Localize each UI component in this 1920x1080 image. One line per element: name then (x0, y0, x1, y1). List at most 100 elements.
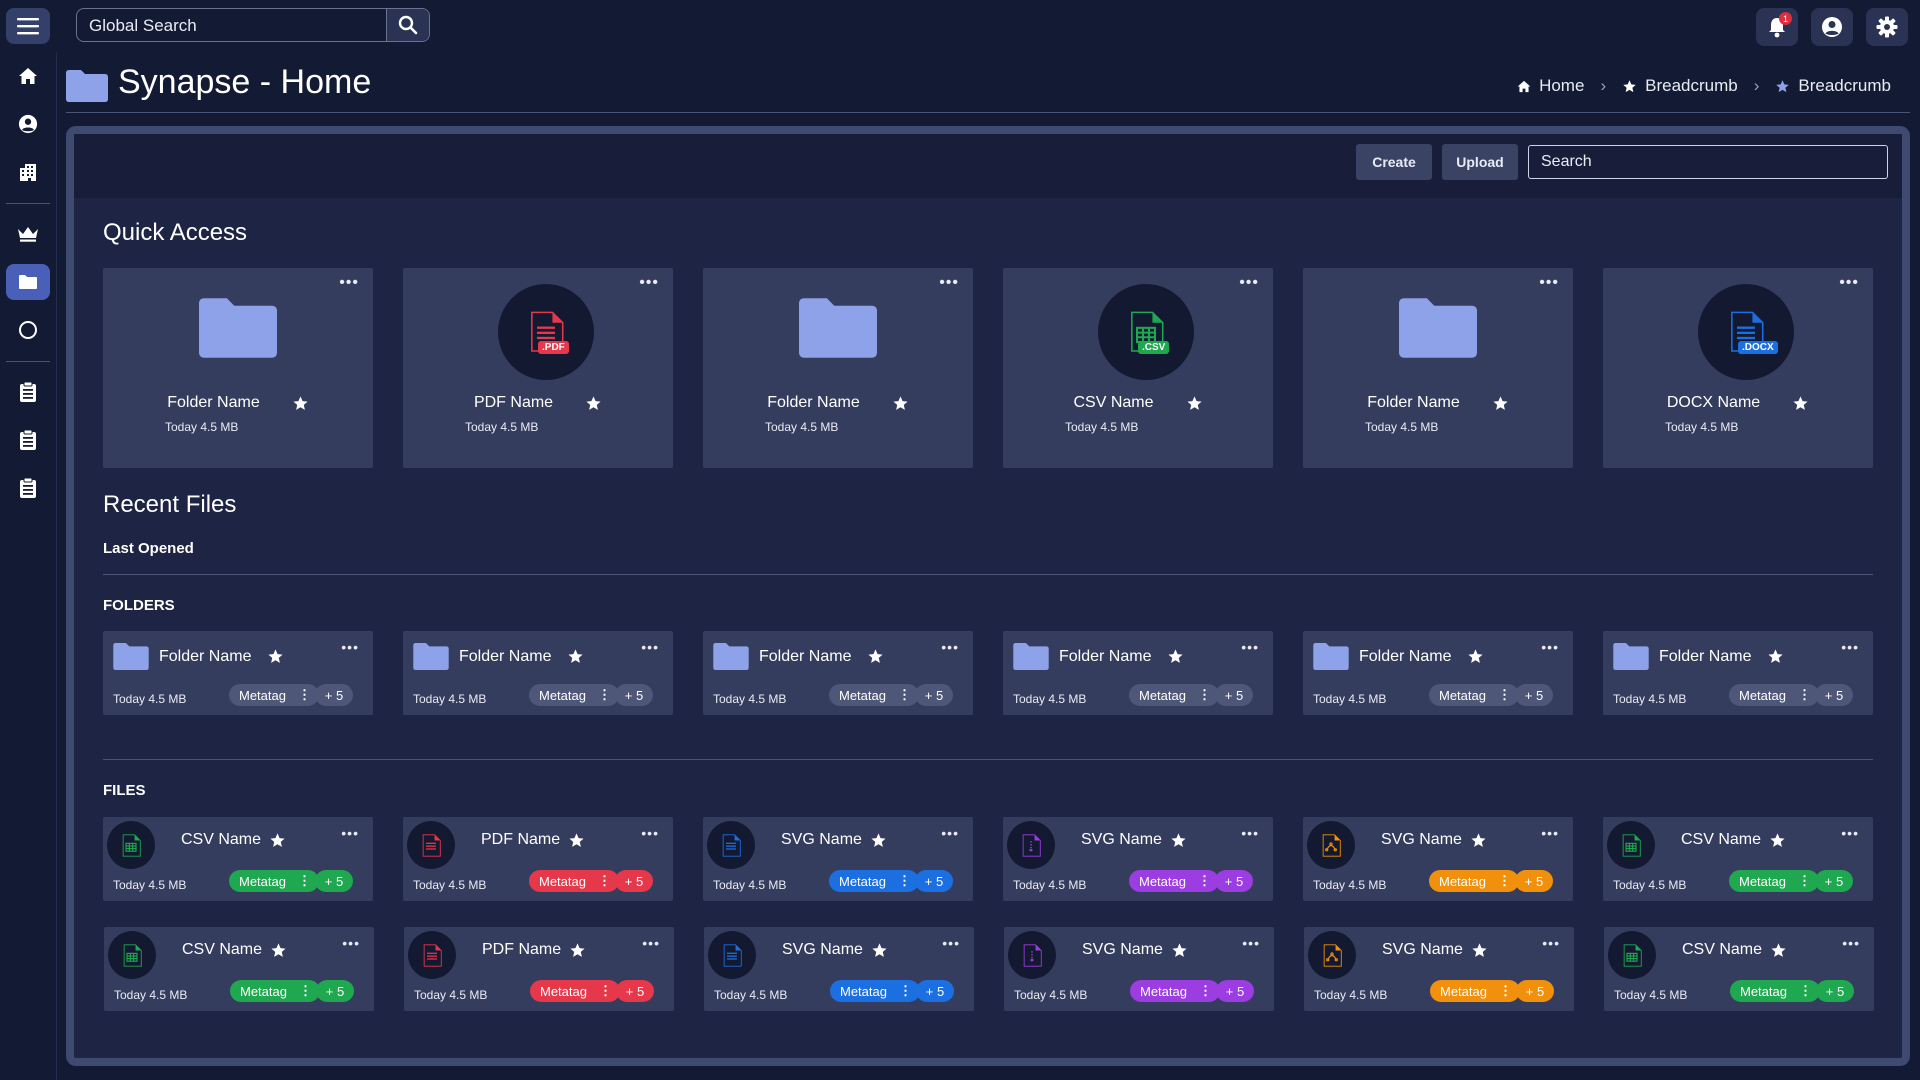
more-options-icon[interactable]: ••• (1841, 639, 1859, 655)
sidebar-item-clipboard-1[interactable] (6, 374, 50, 410)
metatag-chip[interactable]: Metatag ⋮ (829, 870, 919, 892)
more-tags-chip[interactable]: + 5 (1815, 684, 1853, 706)
star-icon[interactable] (892, 395, 909, 412)
star-icon[interactable] (1470, 832, 1487, 849)
metatag-chip[interactable]: Metatag ⋮ (229, 870, 319, 892)
breadcrumb-item-current[interactable]: Breadcrumb (1775, 76, 1891, 96)
quick-access-card[interactable]: .DOCX ••• DOCX Name Today 4.5 MB (1603, 268, 1873, 468)
more-options-icon[interactable]: ••• (1541, 825, 1559, 841)
quick-access-card[interactable]: ••• Folder Name Today 4.5 MB (103, 268, 373, 468)
star-icon[interactable] (1471, 942, 1488, 959)
more-options-icon[interactable]: ••• (341, 639, 359, 655)
quick-access-card[interactable]: ••• Folder Name Today 4.5 MB (1303, 268, 1573, 468)
more-options-icon[interactable]: ••• (1242, 935, 1260, 951)
metatag-chip[interactable]: Metatag ⋮ (1729, 684, 1819, 706)
more-options-icon[interactable]: ••• (941, 825, 959, 841)
metatag-chip[interactable]: Metatag ⋮ (529, 870, 619, 892)
more-options-icon[interactable]: ••• (341, 825, 359, 841)
breadcrumb-home[interactable]: Home (1517, 76, 1584, 96)
folder-card[interactable]: Folder Name ••• Today 4.5 MB Metatag ⋮ + 5 (1303, 631, 1573, 715)
more-tags-chip[interactable]: + 5 (1215, 870, 1253, 892)
more-options-icon[interactable]: ••• (642, 935, 660, 951)
more-options-icon[interactable]: ••• (1239, 275, 1259, 291)
more-options-icon[interactable]: ••• (639, 275, 659, 291)
more-tags-chip[interactable]: + 5 (1516, 980, 1554, 1002)
star-icon[interactable] (1170, 832, 1187, 849)
global-search-input[interactable] (87, 9, 381, 43)
more-options-icon[interactable]: ••• (641, 825, 659, 841)
star-icon[interactable] (1171, 942, 1188, 959)
menu-button[interactable] (6, 8, 50, 44)
folder-card[interactable]: Folder Name ••• Today 4.5 MB Metatag ⋮ + 5 (1003, 631, 1273, 715)
more-options-icon[interactable]: ••• (342, 935, 360, 951)
star-icon[interactable] (270, 942, 287, 959)
more-tags-chip[interactable]: + 5 (1515, 870, 1553, 892)
metatag-chip[interactable]: Metatag ⋮ (1130, 980, 1220, 1002)
more-tags-chip[interactable]: + 5 (616, 980, 654, 1002)
file-card[interactable]: SVG Name ••• Today 4.5 MB Metatag ⋮ + 5 (1303, 817, 1573, 901)
sidebar-item-clipboard-2[interactable] (6, 422, 50, 458)
star-icon[interactable] (1467, 648, 1484, 665)
breadcrumb-item[interactable]: Breadcrumb (1622, 76, 1738, 96)
folder-card[interactable]: Folder Name ••• Today 4.5 MB Metatag ⋮ + 5 (103, 631, 373, 715)
file-card[interactable]: SVG Name ••• Today 4.5 MB Metatag ⋮ + 5 (704, 927, 974, 1011)
more-options-icon[interactable]: ••• (641, 639, 659, 655)
more-tags-chip[interactable]: + 5 (315, 684, 353, 706)
more-tags-chip[interactable]: + 5 (1515, 684, 1553, 706)
quick-access-card[interactable]: ••• Folder Name Today 4.5 MB (703, 268, 973, 468)
file-card[interactable]: PDF Name ••• Today 4.5 MB Metatag ⋮ + 5 (404, 927, 674, 1011)
metatag-chip[interactable]: Metatag ⋮ (230, 980, 320, 1002)
file-card[interactable]: CSV Name ••• Today 4.5 MB Metatag ⋮ + 5 (1603, 817, 1873, 901)
metatag-chip[interactable]: Metatag ⋮ (229, 684, 319, 706)
file-card[interactable]: CSV Name ••• Today 4.5 MB Metatag ⋮ + 5 (1604, 927, 1874, 1011)
quick-access-card[interactable]: .CSV ••• CSV Name Today 4.5 MB (1003, 268, 1273, 468)
star-icon[interactable] (292, 395, 309, 412)
more-tags-chip[interactable]: + 5 (1215, 684, 1253, 706)
metatag-chip[interactable]: Metatag ⋮ (1730, 980, 1820, 1002)
sidebar-item-clipboard-3[interactable] (6, 470, 50, 506)
more-options-icon[interactable]: ••• (339, 275, 359, 291)
sidebar-item-files[interactable] (6, 264, 50, 300)
star-icon[interactable] (870, 832, 887, 849)
star-icon[interactable] (1167, 648, 1184, 665)
file-card[interactable]: PDF Name ••• Today 4.5 MB Metatag ⋮ + 5 (403, 817, 673, 901)
metatag-chip[interactable]: Metatag ⋮ (1429, 870, 1519, 892)
star-icon[interactable] (1492, 395, 1509, 412)
star-icon[interactable] (269, 832, 286, 849)
star-icon[interactable] (871, 942, 888, 959)
metatag-chip[interactable]: Metatag ⋮ (529, 684, 619, 706)
more-tags-chip[interactable]: + 5 (315, 870, 353, 892)
more-options-icon[interactable]: ••• (941, 639, 959, 655)
more-tags-chip[interactable]: + 5 (1815, 870, 1853, 892)
notifications-button[interactable]: 1 (1756, 8, 1798, 46)
quick-access-card[interactable]: .PDF ••• PDF Name Today 4.5 MB (403, 268, 673, 468)
more-tags-chip[interactable]: + 5 (316, 980, 354, 1002)
folder-card[interactable]: Folder Name ••• Today 4.5 MB Metatag ⋮ + 5 (403, 631, 673, 715)
sidebar-item-profile[interactable] (6, 106, 50, 142)
more-options-icon[interactable]: ••• (1842, 935, 1860, 951)
more-tags-chip[interactable]: + 5 (916, 980, 954, 1002)
file-card[interactable]: SVG Name ••• Today 4.5 MB Metatag ⋮ + 5 (703, 817, 973, 901)
metatag-chip[interactable]: Metatag ⋮ (1429, 684, 1519, 706)
more-options-icon[interactable]: ••• (1542, 935, 1560, 951)
upload-button[interactable]: Upload (1442, 144, 1518, 180)
metatag-chip[interactable]: Metatag ⋮ (829, 684, 919, 706)
more-options-icon[interactable]: ••• (1241, 825, 1259, 841)
star-icon[interactable] (567, 648, 584, 665)
global-search-button[interactable] (386, 9, 429, 41)
sidebar-item-circle[interactable] (6, 312, 50, 348)
more-tags-chip[interactable]: + 5 (1816, 980, 1854, 1002)
metatag-chip[interactable]: Metatag ⋮ (1129, 870, 1219, 892)
folder-card[interactable]: Folder Name ••• Today 4.5 MB Metatag ⋮ + 5 (703, 631, 973, 715)
metatag-chip[interactable]: Metatag ⋮ (1129, 684, 1219, 706)
more-options-icon[interactable]: ••• (1839, 275, 1859, 291)
metatag-chip[interactable]: Metatag ⋮ (1430, 980, 1520, 1002)
file-card[interactable]: SVG Name ••• Today 4.5 MB Metatag ⋮ + 5 (1003, 817, 1273, 901)
file-card[interactable]: CSV Name ••• Today 4.5 MB Metatag ⋮ + 5 (103, 817, 373, 901)
more-options-icon[interactable]: ••• (1841, 825, 1859, 841)
more-options-icon[interactable]: ••• (939, 275, 959, 291)
metatag-chip[interactable]: Metatag ⋮ (830, 980, 920, 1002)
star-icon[interactable] (569, 942, 586, 959)
more-tags-chip[interactable]: + 5 (615, 870, 653, 892)
more-options-icon[interactable]: ••• (1539, 275, 1559, 291)
